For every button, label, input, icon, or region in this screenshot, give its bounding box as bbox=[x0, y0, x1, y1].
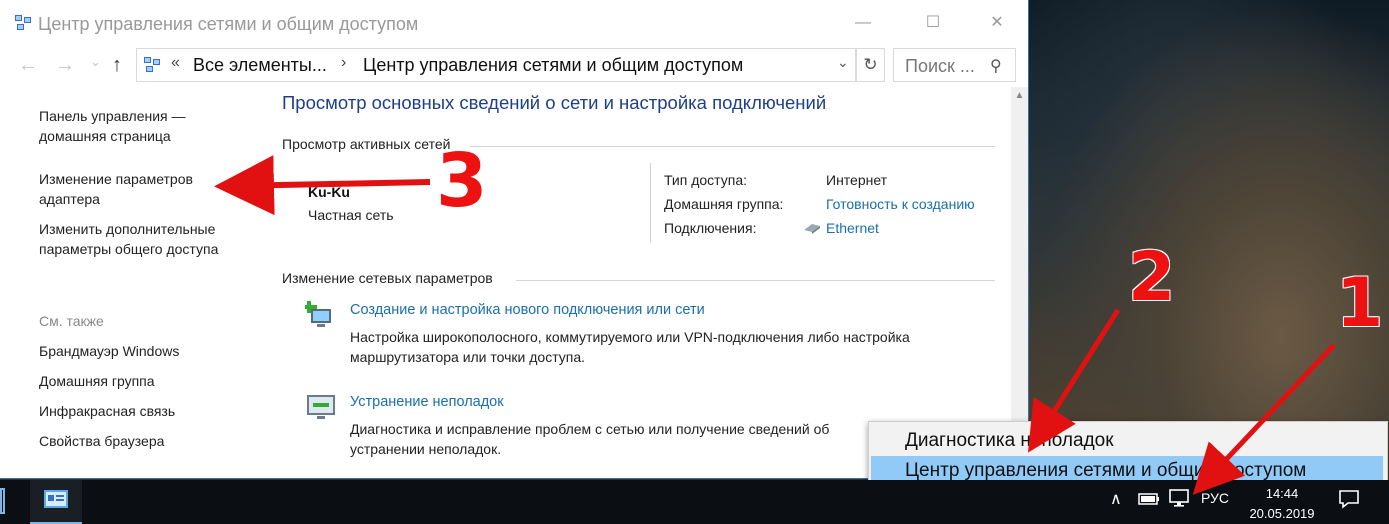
network-type: Частная сеть bbox=[308, 207, 394, 223]
access-type-value: Интернет bbox=[826, 172, 888, 188]
network-center-icon bbox=[15, 15, 31, 30]
active-networks-heading: Просмотр активных сетей bbox=[282, 136, 451, 152]
address-bar[interactable]: « Все элементы... › Центр управления сет… bbox=[136, 48, 856, 82]
menu-item-diagnose[interactable]: Диагностика неполадок bbox=[871, 426, 1383, 456]
system-clock[interactable]: 14:44 20.05.2019 bbox=[1246, 484, 1318, 524]
up-button[interactable]: ↑ bbox=[112, 54, 122, 77]
clock-time: 14:44 bbox=[1265, 486, 1299, 501]
network-tray-icon[interactable] bbox=[1168, 488, 1190, 508]
homegroup-status-link[interactable]: Готовность к созданию bbox=[826, 196, 975, 212]
access-type-label: Тип доступа: bbox=[664, 172, 748, 188]
link-line: домашняя страница bbox=[39, 128, 171, 144]
link-line: Изменение параметров bbox=[39, 171, 193, 187]
browser-properties-link[interactable]: Свойства браузера bbox=[39, 431, 164, 451]
action-center-icon[interactable] bbox=[1338, 489, 1360, 509]
connections-label: Подключения: bbox=[664, 220, 757, 236]
minimize-button[interactable]: — bbox=[840, 8, 886, 38]
language-indicator[interactable]: РУС bbox=[1201, 490, 1229, 506]
troubleshoot-icon bbox=[307, 395, 335, 419]
new-connection-link[interactable]: Создание и настройка нового подключения … bbox=[350, 302, 705, 318]
link-line: адаптера bbox=[39, 191, 100, 207]
show-hidden-icons-button[interactable]: ∧ bbox=[1110, 489, 1122, 509]
close-button[interactable]: ✕ bbox=[974, 8, 1020, 38]
tray-context-menu: Диагностика неполадок Центр управления с… bbox=[868, 421, 1388, 487]
taskbar-control-panel-button[interactable] bbox=[30, 480, 82, 524]
clock-date: 20.05.2019 bbox=[1249, 506, 1315, 521]
control-panel-icon bbox=[44, 490, 68, 508]
scroll-up-arrow[interactable]: ▲ bbox=[1011, 87, 1028, 104]
battery-icon[interactable] bbox=[1138, 492, 1160, 506]
breadcrumb-network-center[interactable]: Центр управления сетями и общим доступом bbox=[363, 55, 743, 76]
link-line: параметры общего доступа bbox=[39, 241, 219, 257]
new-connection-description: Настройка широкополосного, коммутируемог… bbox=[350, 329, 910, 365]
divider bbox=[650, 163, 651, 243]
annotation-number-3: 3 bbox=[436, 138, 488, 224]
maximize-button[interactable]: ☐ bbox=[910, 8, 956, 38]
homegroup-link[interactable]: Домашняя группа bbox=[39, 371, 155, 391]
advanced-sharing-settings-link[interactable]: Изменить дополнительные параметры общего… bbox=[39, 219, 218, 259]
divider bbox=[470, 146, 995, 147]
address-dropdown-button[interactable]: ⌄ bbox=[837, 54, 849, 71]
recent-locations-button[interactable]: ⌄ bbox=[90, 54, 101, 70]
desktop-wallpaper bbox=[1028, 0, 1389, 480]
annotation-number-1: 1 bbox=[1336, 264, 1384, 343]
link-line: Панель управления — bbox=[39, 108, 186, 124]
search-input[interactable]: Поиск ... bbox=[905, 56, 975, 77]
infrared-link[interactable]: Инфракрасная связь bbox=[39, 401, 175, 421]
scrollbar[interactable] bbox=[1011, 87, 1028, 478]
ethernet-connection-link[interactable]: Ethernet bbox=[826, 220, 879, 236]
control-panel-home-link[interactable]: Панель управления — домашняя страница bbox=[39, 106, 186, 146]
breadcrumb-overflow[interactable]: « bbox=[171, 54, 180, 72]
refresh-button[interactable]: ↻ bbox=[856, 48, 885, 82]
ethernet-icon bbox=[804, 224, 820, 234]
window-title: Центр управления сетями и общим доступом bbox=[38, 14, 419, 34]
page-title: Просмотр основных сведений о сети и наст… bbox=[282, 92, 827, 113]
network-name: Ku-Ku bbox=[308, 184, 350, 200]
troubleshoot-description: Диагностика и исправление проблем с сеть… bbox=[350, 421, 830, 457]
firewall-link[interactable]: Брандмауэр Windows bbox=[39, 341, 179, 361]
breadcrumb-separator[interactable]: › bbox=[341, 54, 346, 72]
homegroup-label: Домашняя группа: bbox=[664, 196, 784, 212]
search-box[interactable]: Поиск ... ⚲ bbox=[893, 48, 1016, 82]
divider bbox=[516, 280, 995, 281]
back-button[interactable]: ← bbox=[18, 54, 38, 77]
see-also-heading: См. также bbox=[39, 313, 104, 329]
annotation-number-2: 2 bbox=[1128, 238, 1176, 317]
forward-button[interactable]: → bbox=[55, 54, 75, 77]
link-line: Изменить дополнительные bbox=[39, 221, 216, 237]
breadcrumb-all-items[interactable]: Все элементы... bbox=[193, 55, 327, 76]
change-settings-heading: Изменение сетевых параметров bbox=[282, 270, 493, 286]
change-adapter-settings-link[interactable]: Изменение параметров адаптера bbox=[39, 169, 193, 209]
start-button-edge[interactable] bbox=[0, 488, 5, 514]
new-connection-icon bbox=[305, 301, 331, 327]
network-center-icon bbox=[144, 57, 160, 72]
search-icon: ⚲ bbox=[990, 58, 1002, 75]
title-bar[interactable]: Центр управления сетями и общим доступом… bbox=[0, 0, 1028, 47]
network-center-window: Центр управления сетями и общим доступом… bbox=[0, 0, 1028, 478]
troubleshoot-link[interactable]: Устранение неполадок bbox=[350, 394, 504, 410]
